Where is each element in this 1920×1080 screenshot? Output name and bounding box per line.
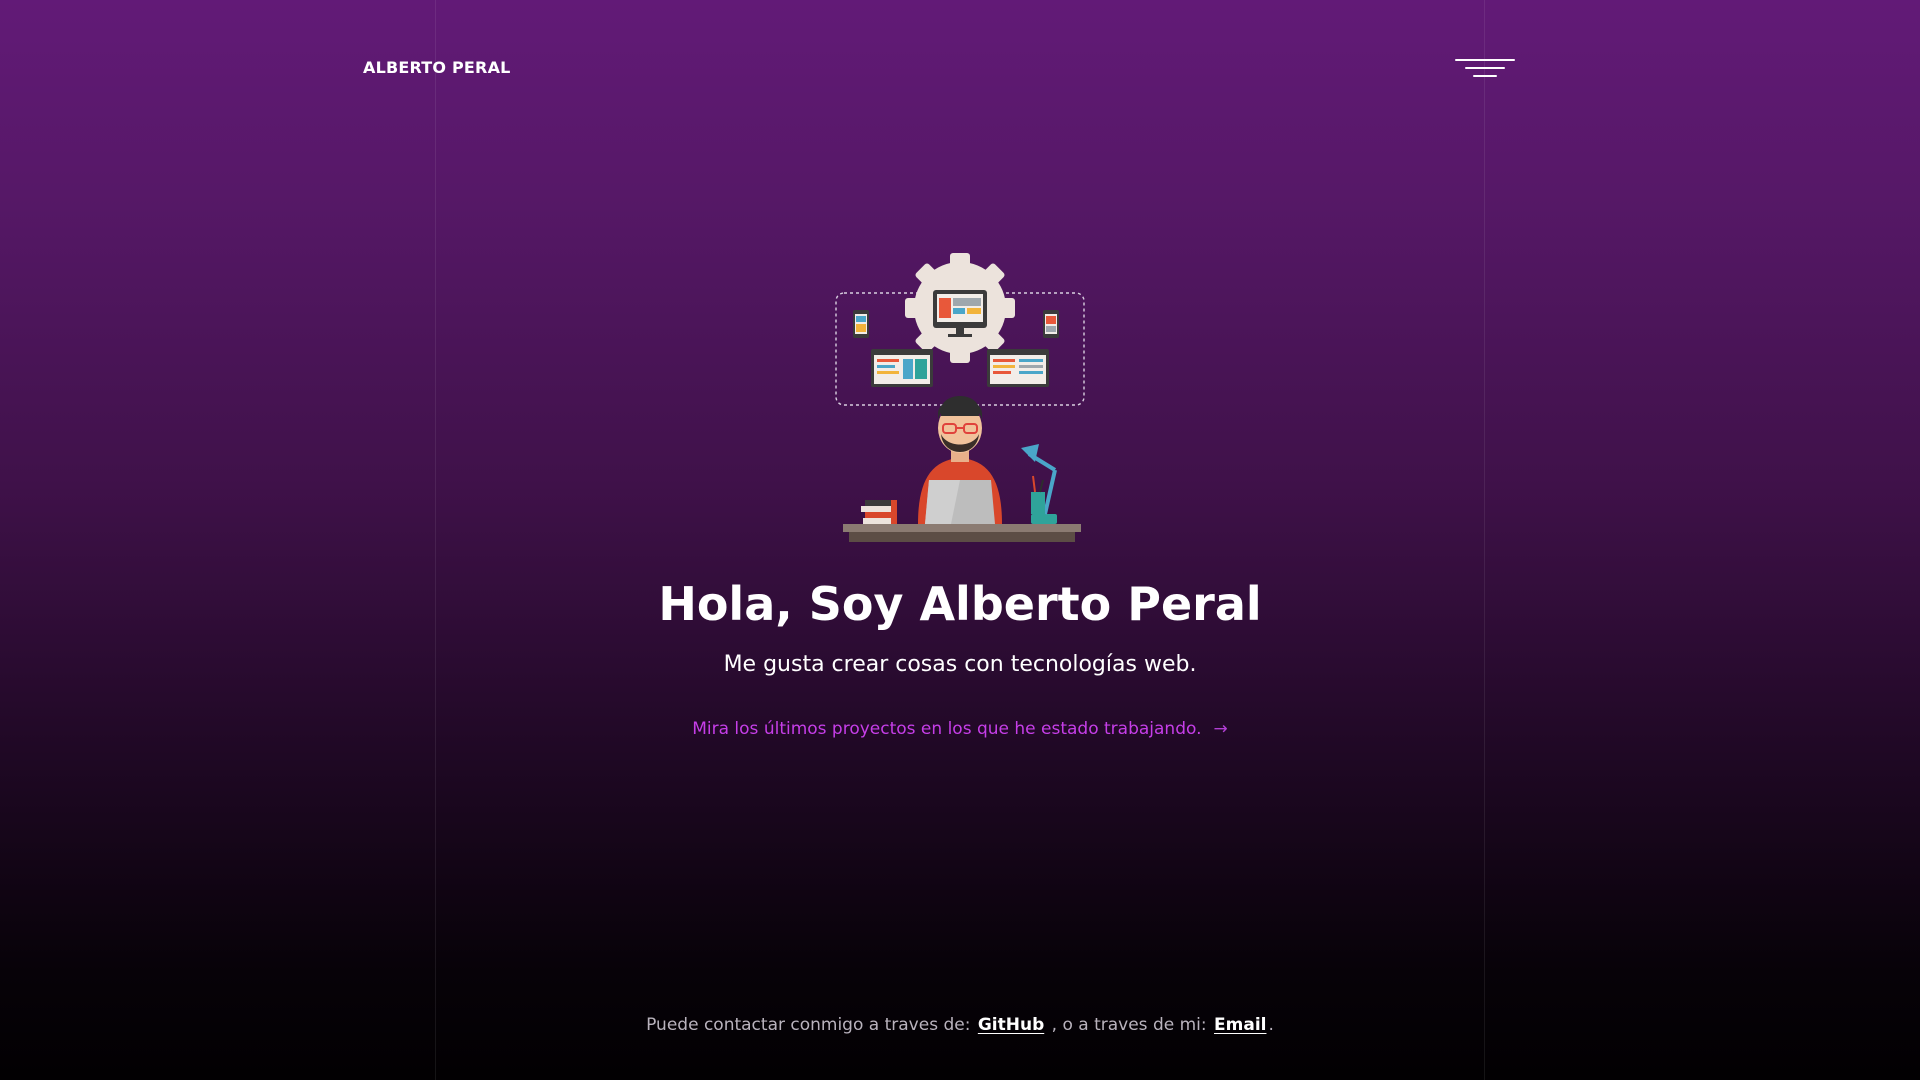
hero-title: Hola, Soy Alberto Peral [658, 577, 1262, 631]
developer-at-desk-illustration [835, 253, 1085, 542]
menu-line-middle [1465, 67, 1505, 69]
right-guide-line [1484, 0, 1485, 1080]
email-link[interactable]: Email [1214, 1015, 1266, 1035]
menu-line-bottom [1473, 75, 1497, 77]
menu-line-top [1455, 59, 1515, 61]
left-guide-line [435, 0, 436, 1080]
arrow-right-icon[interactable]: → [1214, 716, 1228, 742]
contact-prefix: Puede contactar conmigo a traves de: [646, 1015, 971, 1035]
site-brand-link[interactable]: ALBERTO PERAL [363, 56, 511, 80]
contact-suffix: . [1268, 1015, 1274, 1035]
footer-contact: Puede contactar conmigo a traves de: Git… [0, 1012, 1920, 1038]
contact-middle: , o a traves de mi: [1051, 1015, 1207, 1035]
hero-subtitle: Me gusta crear cosas con tecnologías web… [723, 652, 1197, 677]
github-link[interactable]: GitHub [978, 1015, 1044, 1035]
projects-link-row: Mira los últimos proyectos en los que he… [0, 716, 1920, 742]
projects-link[interactable]: Mira los últimos proyectos en los que he… [692, 719, 1201, 739]
hamburger-menu-icon[interactable] [1452, 56, 1516, 84]
